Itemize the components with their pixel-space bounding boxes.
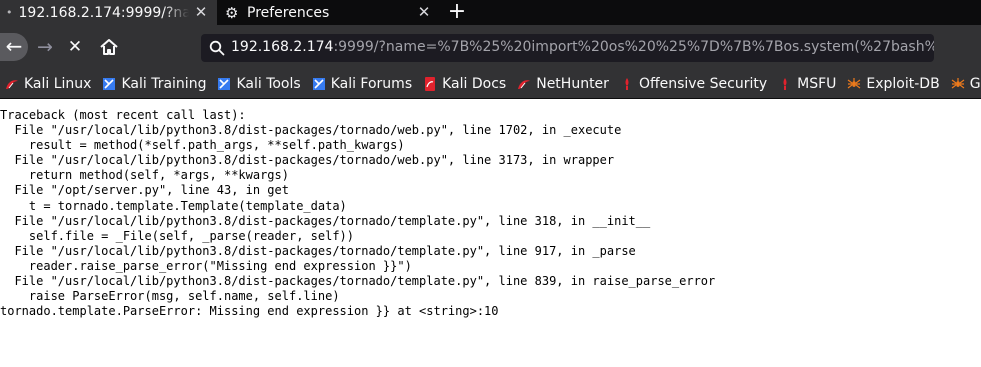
home-icon	[100, 39, 118, 55]
kali-docs-icon	[425, 76, 436, 91]
traceback-line: File "/usr/local/lib/python3.8/dist-pack…	[0, 243, 636, 258]
msfu-icon	[783, 77, 787, 90]
navigation-toolbar: ← → ✕ 192.168.2.174:9999/?name=%7B%25%20…	[0, 25, 981, 69]
bookmark-label: MSFU	[797, 75, 837, 92]
traceback-line: File "/usr/local/lib/python3.8/dist-pack…	[0, 274, 716, 289]
bookmark-label: Exploit-DB	[866, 75, 940, 92]
traceback-line: Traceback (most recent call last):	[0, 108, 246, 122]
traceback-line: return method(self, *args, **kwargs)	[0, 168, 289, 183]
traceback-text: Traceback (most recent call last): File …	[0, 108, 981, 319]
traceback-line: File "/usr/local/lib/python3.8/dist-pack…	[0, 213, 651, 228]
bookmark-label: Kali Training	[121, 75, 207, 92]
traceback-line: raise ParseError(msg, self.name, self.li…	[0, 289, 340, 304]
search-icon	[209, 40, 225, 56]
arrow-left-icon: ←	[5, 34, 23, 58]
kali-tools-icon	[218, 77, 231, 90]
tab-title: 192.168.2.174:9999/?name=%7B%25%20import…	[18, 4, 189, 21]
kali-icon	[6, 79, 18, 89]
bookmark-kali-forums[interactable]: Kali Forums	[307, 69, 418, 98]
bookmark-offensive-security[interactable]: Offensive Security	[615, 69, 773, 98]
tab-preferences[interactable]: ⚙ Preferences ✕	[217, 0, 440, 25]
close-tab-icon[interactable]: ✕	[193, 4, 209, 20]
bookmark-label: GHDB	[969, 75, 981, 92]
url-path: :9999/?name=%7B%25%20import%20os%20%25%7…	[333, 39, 934, 55]
traceback-line: File "/usr/local/lib/python3.8/dist-pack…	[0, 153, 615, 168]
kali-forums-icon	[312, 77, 325, 90]
traceback-line: t = tornado.template.Template(template_d…	[0, 198, 347, 213]
bookmark-ghdb[interactable]: GHDB	[946, 69, 981, 98]
bookmark-label: NetHunter	[536, 75, 609, 92]
bookmark-msfu[interactable]: MSFU	[773, 69, 842, 98]
bookmark-label: Offensive Security	[638, 75, 768, 92]
bookmark-kali-linux[interactable]: Kali Linux	[0, 69, 97, 98]
bookmark-label: Kali Forums	[330, 75, 413, 92]
url-host: 192.168.2.174	[231, 39, 334, 55]
tab-strip: • 192.168.2.174:9999/?name=%7B%25%20impo…	[0, 0, 981, 25]
bookmark-label: Kali Linux	[24, 75, 92, 92]
url-text[interactable]: 192.168.2.174:9999/?name=%7B%25%20import…	[231, 39, 934, 55]
traceback-line: File "/usr/local/lib/python3.8/dist-pack…	[0, 123, 622, 138]
ghdb-icon	[951, 77, 965, 88]
kali-training-icon	[103, 77, 116, 90]
tab-active[interactable]: • 192.168.2.174:9999/?name=%7B%25%20impo…	[0, 0, 217, 25]
offsec-icon	[625, 77, 629, 90]
gear-icon: ⚙	[225, 3, 239, 22]
close-tab-icon[interactable]: ✕	[416, 4, 432, 20]
address-bar[interactable]: 192.168.2.174:9999/?name=%7B%25%20import…	[201, 34, 934, 62]
bookmark-nethunter[interactable]: NetHunter	[512, 69, 615, 98]
page-content: Traceback (most recent call last): File …	[0, 108, 981, 319]
error-message: tornado.template.ParseError: Missing end…	[0, 304, 499, 319]
bookmark-exploit-db[interactable]: Exploit-DB	[842, 69, 945, 98]
bookmark-kali-docs[interactable]: Kali Docs	[418, 69, 512, 98]
tab-title: Preferences	[247, 4, 330, 21]
plus-icon: +	[447, 0, 467, 24]
bookmark-label: Kali Docs	[442, 75, 507, 92]
exploitdb-icon	[848, 77, 861, 88]
back-button[interactable]: ←	[0, 33, 28, 61]
nethunter-icon	[518, 79, 531, 89]
bookmark-label: Kali Tools	[236, 75, 301, 92]
arrow-right-icon: →	[37, 36, 53, 58]
bookmarks-toolbar: Kali Linux Kali Training Kali Tools Kali…	[0, 69, 981, 99]
forward-button[interactable]: →	[34, 35, 56, 59]
home-button[interactable]	[98, 35, 120, 59]
new-tab-button[interactable]: +	[440, 0, 474, 25]
bookmark-kali-training[interactable]: Kali Training	[97, 69, 212, 98]
traceback-line: self.file = _File(self, _parse(reader, s…	[0, 228, 355, 243]
bullet-icon: •	[6, 6, 13, 19]
traceback-line: result = method(*self.path_args, **self.…	[0, 138, 405, 153]
traceback-line: File "/opt/server.py", line 43, in get	[0, 183, 289, 198]
stop-button[interactable]: ✕	[64, 35, 86, 59]
bookmark-kali-tools[interactable]: Kali Tools	[212, 69, 306, 98]
close-icon: ✕	[67, 37, 83, 57]
traceback-line: reader.raise_parse_error("Missing end ex…	[0, 258, 412, 273]
